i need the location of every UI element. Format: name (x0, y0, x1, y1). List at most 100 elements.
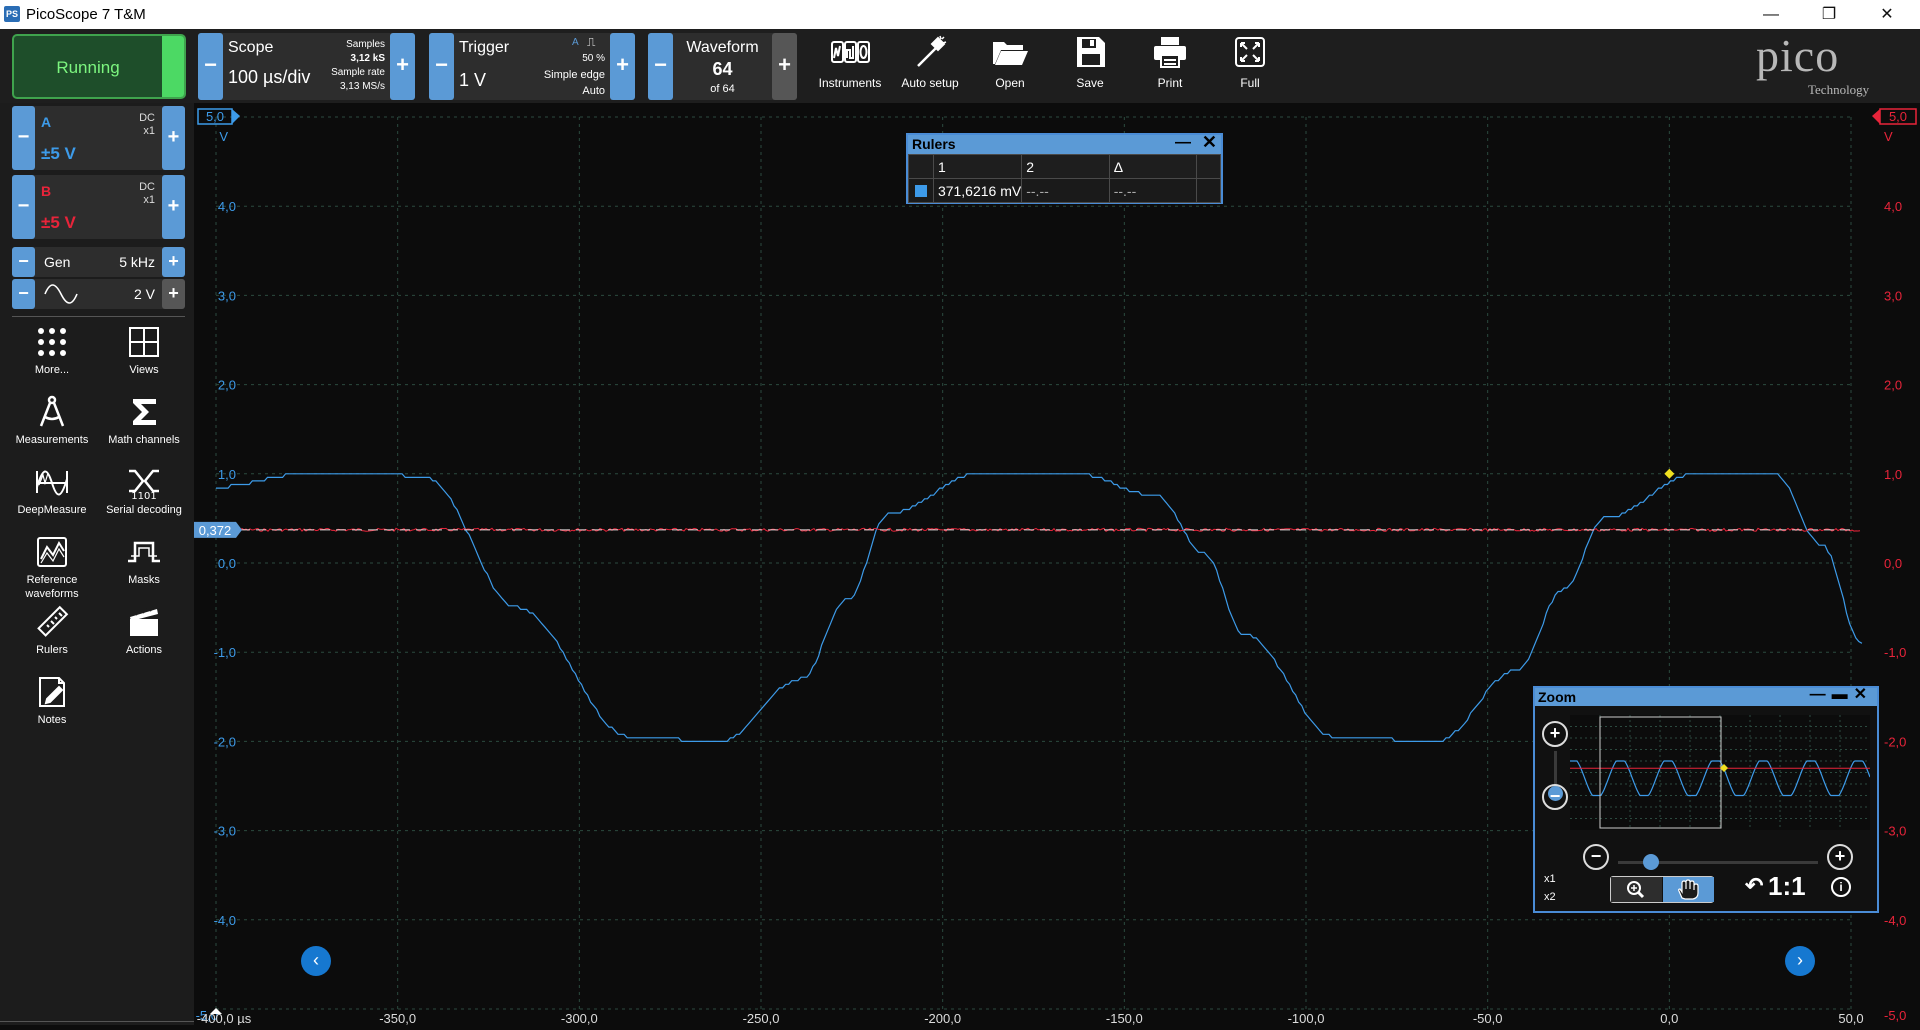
x-tick-label: 0,0 (1660, 1011, 1678, 1025)
channel-a-range-increase-button[interactable]: + (162, 106, 185, 170)
sine-wave-icon[interactable] (44, 284, 78, 304)
generator-label[interactable]: Gen (44, 254, 70, 270)
minimize-icon[interactable]: — (1175, 133, 1191, 152)
close-icon[interactable]: ✕ (1202, 133, 1217, 152)
window-title: PicoScope 7 T&M (26, 6, 146, 23)
channel-b-range-increase-button[interactable]: + (162, 175, 185, 239)
more-button[interactable]: More... (6, 325, 98, 391)
zoom-mode-toggle (1610, 876, 1714, 903)
deepmeasure-button[interactable]: DeepMeasure (6, 465, 98, 531)
zoom-ratio[interactable]: 1:1 (1768, 871, 1806, 902)
zoom-x1-label: x1 (1544, 873, 1556, 885)
generator-amplitude-decrease-button[interactable]: − (12, 279, 35, 309)
ruler-delta-value: --.-- (1108, 178, 1198, 203)
channel-a-range-decrease-button[interactable]: − (12, 106, 35, 170)
print-button[interactable]: Print (1135, 32, 1205, 100)
rulers-header-blank (1196, 154, 1221, 179)
samples-label: Samples (346, 39, 385, 50)
zoom-panel-title: Zoom (1538, 689, 1577, 705)
trigger-increase-button[interactable]: + (610, 33, 635, 100)
generator-amplitude-increase-button[interactable]: + (162, 279, 185, 309)
rulers-table-header: 1 2 Δ (908, 154, 1221, 179)
info-icon[interactable]: i (1831, 877, 1851, 897)
close-icon[interactable]: ✕ (1858, 0, 1916, 29)
measurements-button[interactable]: Measurements (6, 395, 98, 461)
y-tick-label-left: -2,0 (214, 734, 236, 749)
channel-a-coupling-value: DC (139, 112, 155, 124)
channel-b-name[interactable]: B (41, 183, 51, 199)
y-tick-label-left: 4,0 (218, 199, 236, 214)
zoom-panel[interactable]: Zoom —▬✕ + − − + x1 x2 ↶ 1:1 i (1533, 686, 1879, 913)
zoom-in-button[interactable]: + (1542, 721, 1568, 747)
channel-a-name[interactable]: A (41, 114, 51, 130)
undo-zoom-icon[interactable]: ↶ (1745, 873, 1763, 899)
trigger-level[interactable]: 1 V (459, 70, 486, 91)
zoom-panel-header[interactable]: Zoom —▬✕ (1535, 686, 1877, 706)
scroll-right-button[interactable]: › (1785, 946, 1815, 976)
notes-label: Notes (37, 714, 67, 726)
channel-a-range[interactable]: ±5 V (41, 144, 76, 164)
timebase-increase-button[interactable]: + (390, 33, 415, 100)
views-button[interactable]: Views (98, 325, 190, 391)
minimize-icon[interactable]: — (1742, 0, 1800, 29)
pan-tool-button[interactable] (1663, 877, 1714, 902)
y-tick-label-left: 0,0 (218, 556, 236, 571)
rulers-panel[interactable]: Rulers — ✕ 1 2 Δ 371,6216 mV --.-- --.-- (906, 133, 1223, 204)
masks-button[interactable]: Masks (98, 535, 190, 601)
actions-label: Actions (125, 644, 163, 656)
zoom-out-vertical-button[interactable]: − (1542, 784, 1568, 810)
run-stop-button[interactable]: Running (12, 34, 186, 99)
channel-b-range-decrease-button[interactable]: − (12, 175, 35, 239)
reference-waveforms-button[interactable]: Reference waveforms (6, 535, 98, 601)
full-screen-button[interactable]: Full (1215, 32, 1285, 100)
markers[interactable]: 0,372 (194, 468, 1675, 1014)
views-grid-icon (129, 327, 159, 357)
masks-icon (128, 541, 160, 563)
zoom-increase-button[interactable]: + (1827, 844, 1853, 870)
scroll-left-button[interactable]: ‹ (301, 946, 331, 976)
save-button[interactable]: Save (1055, 32, 1125, 100)
timebase-value[interactable]: 100 µs/div (228, 67, 310, 88)
math-channels-button[interactable]: Math channels (98, 395, 190, 461)
rulers-table: 1 2 Δ 371,6216 mV --.-- --.-- (908, 154, 1221, 203)
zoom-tool-button[interactable] (1611, 877, 1662, 902)
zoom-horizontal-slider[interactable] (1643, 854, 1659, 870)
logo-subtext: Technology (1808, 82, 1870, 97)
channel-b-coupling: DC x1 (139, 181, 155, 207)
more-dots-icon (38, 328, 66, 356)
generator-frequency[interactable]: 5 kHz (119, 254, 155, 270)
generator-frequency-increase-button[interactable]: + (162, 247, 185, 277)
waveform-number[interactable]: 64 (673, 59, 772, 80)
waveform-next-button[interactable]: + (772, 33, 797, 100)
x-tick-label: -300,0 (561, 1011, 598, 1025)
x-tick-label: -200,0 (924, 1011, 961, 1025)
zoom-window-controls[interactable]: —▬✕ (1810, 686, 1873, 704)
serial-decoding-label: Serial decoding (106, 504, 182, 516)
sample-rate-value: 3,13 MS/s (339, 81, 385, 92)
serial-decoding-button[interactable]: 1101 Serial decoding (98, 465, 190, 531)
channel-a-probe: x1 (143, 125, 155, 137)
notes-button[interactable]: Notes (6, 675, 98, 741)
zoom-out-button[interactable]: − (1583, 844, 1609, 870)
rulers-button[interactable]: Rulers (6, 605, 98, 671)
timebase-decrease-button[interactable]: − (198, 33, 223, 100)
auto-setup-button[interactable]: Auto setup (895, 32, 965, 100)
generator-amplitude[interactable]: 2 V (134, 286, 155, 302)
zoom-overview[interactable] (1570, 715, 1870, 830)
reference-waveforms-label: Reference waveforms (25, 574, 79, 600)
waveform-previous-button[interactable]: − (648, 33, 673, 100)
channel-b-range[interactable]: ±5 V (41, 213, 76, 233)
actions-button[interactable]: Actions (98, 605, 190, 671)
open-button[interactable]: Open (975, 32, 1045, 100)
rulers-panel-header[interactable]: Rulers — ✕ (908, 133, 1221, 154)
trigger-marker[interactable] (1664, 468, 1675, 479)
generator-frequency-decrease-button[interactable]: − (12, 247, 35, 277)
y-unit-right: V (1884, 129, 1893, 144)
trigger-decrease-button[interactable]: − (429, 33, 454, 100)
measurements-icon (39, 395, 65, 427)
magnifier-icon (1627, 881, 1645, 899)
channel-b-trace (215, 527, 1861, 533)
scope-title: Scope (228, 39, 274, 56)
instruments-button[interactable]: Instruments (815, 32, 885, 100)
restore-icon[interactable]: ❐ (1800, 0, 1858, 29)
